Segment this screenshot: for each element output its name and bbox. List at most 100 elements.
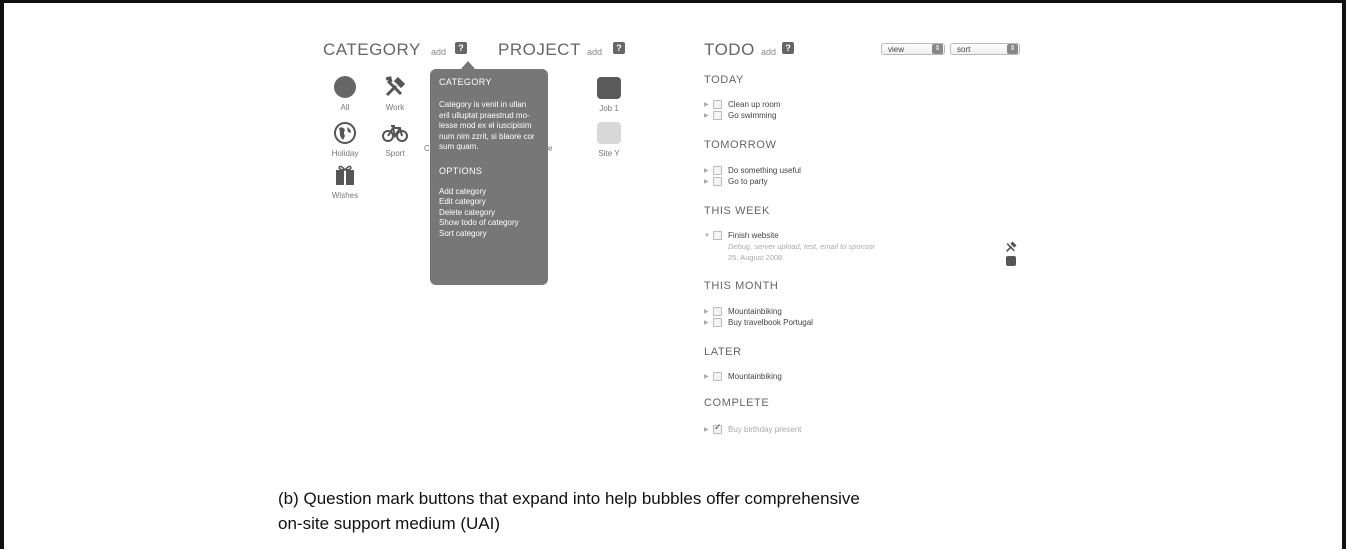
bubble-option-edit[interactable]: Edit category — [439, 197, 539, 208]
gift-icon — [332, 162, 358, 188]
checkbox[interactable] — [713, 318, 722, 327]
section-this-week-list: ▼ Finish website Debug, server upload, te… — [704, 230, 875, 263]
item-label: Mountainbiking — [728, 372, 782, 381]
sort-select-value: sort — [957, 44, 971, 54]
section-this-month-list: ▶ Mountainbiking ▶ Buy travelbook Portugal — [704, 306, 813, 328]
project-add-link[interactable]: add — [587, 47, 602, 57]
checkbox[interactable] — [713, 166, 722, 175]
bubble-title: CATEGORY — [439, 77, 492, 87]
item-label: Mountainbiking — [728, 307, 782, 316]
category-title: CATEGORY — [323, 40, 421, 59]
list-item[interactable]: ▶ Buy birthday present — [704, 422, 801, 435]
checkbox[interactable] — [713, 372, 722, 381]
item-detail: Debug, server upload, test, email to spo… — [728, 242, 876, 251]
bubble-body: Category is venit in ullan eril ulluptat… — [439, 100, 535, 151]
list-item[interactable]: ▶ Go swimming — [704, 110, 780, 121]
category-label: All — [340, 103, 350, 112]
section-complete-list: ▶ Buy birthday present — [704, 422, 801, 435]
category-all[interactable]: All — [320, 74, 370, 112]
list-item[interactable]: ▶ Clean up room — [704, 99, 780, 110]
section-today-title: TODAY — [704, 74, 744, 86]
item-label: Clean up room — [728, 100, 781, 109]
item-date: 25. August 2008 — [728, 253, 783, 262]
bubble-option-sort[interactable]: Sort category — [439, 229, 539, 240]
help-bubble: CATEGORY Category is venit in ullan eril… — [430, 61, 548, 285]
expand-arrow-icon[interactable]: ▶ — [704, 101, 713, 108]
figure-caption: (b) Question mark buttons that expand in… — [278, 486, 860, 536]
checkbox[interactable] — [713, 231, 722, 240]
bubble-options-title: OPTIONS — [439, 165, 483, 176]
checkbox-checked[interactable] — [713, 422, 722, 434]
project-swatch — [596, 75, 622, 101]
section-today-list: ▶ Clean up room ▶ Go swimming — [704, 99, 780, 121]
todo-add-link[interactable]: add — [761, 47, 776, 57]
todo-help-button[interactable]: ? — [782, 42, 794, 54]
item-label: Buy travelbook Portugal — [728, 318, 813, 327]
project-swatch — [1006, 256, 1016, 266]
project-job-1[interactable]: Job 1 — [584, 75, 634, 113]
expand-arrow-icon[interactable]: ▶ — [704, 373, 713, 380]
checkbox[interactable] — [713, 100, 722, 109]
globe-icon — [332, 120, 358, 146]
list-item[interactable]: ▶ Mountainbiking — [704, 371, 782, 382]
project-label: Job 1 — [599, 104, 619, 113]
hidden-category-label: C — [424, 144, 430, 153]
caption-line-1: (b) Question mark buttons that expand in… — [278, 489, 860, 508]
circle-icon — [332, 74, 358, 100]
list-item[interactable]: ▶ Go to party — [704, 176, 801, 187]
caption-line-2: on-site support medium (UAI) — [278, 514, 501, 533]
section-later-list: ▶ Mountainbiking — [704, 371, 782, 382]
expand-arrow-icon[interactable]: ▶ — [704, 112, 713, 119]
list-item[interactable]: ▼ Finish website — [704, 230, 875, 241]
sort-select[interactable]: sort ⇕ — [950, 43, 1020, 55]
section-tomorrow-list: ▶ Do something useful ▶ Go to party — [704, 165, 801, 187]
tools-icon — [382, 74, 408, 100]
select-arrows-icon: ⇕ — [1007, 44, 1018, 54]
expand-arrow-icon[interactable]: ▶ — [704, 426, 713, 433]
category-help-button[interactable]: ? — [455, 42, 467, 54]
category-work[interactable]: Work — [370, 74, 420, 112]
category-holiday[interactable]: Holiday — [320, 120, 370, 158]
category-wishes[interactable]: Wishes — [320, 162, 370, 200]
view-select[interactable]: view ⇕ — [881, 43, 945, 55]
section-tomorrow-title: TOMORROW — [704, 139, 777, 151]
project-swatch — [596, 120, 622, 146]
section-this-week-title: THIS WEEK — [704, 205, 770, 217]
section-later-title: LATER — [704, 346, 742, 358]
expand-arrow-icon[interactable]: ▶ — [704, 178, 713, 185]
checkbox[interactable] — [713, 177, 722, 186]
expanded-arrow-icon[interactable]: ▼ — [704, 233, 713, 239]
project-site-y[interactable]: Site Y — [584, 120, 634, 158]
category-sport[interactable]: Sport — [370, 120, 420, 158]
project-title: PROJECT — [498, 40, 581, 59]
expand-arrow-icon[interactable]: ▶ — [704, 308, 713, 315]
category-label: Work — [385, 103, 405, 112]
figure-frame — [0, 0, 1346, 549]
category-label: Sport — [385, 149, 405, 158]
expand-arrow-icon[interactable]: ▶ — [704, 167, 713, 174]
project-help-button[interactable]: ? — [613, 42, 625, 54]
select-arrows-icon: ⇕ — [932, 44, 943, 54]
category-label: Holiday — [331, 149, 359, 158]
item-label: Finish website — [728, 231, 779, 240]
expand-arrow-icon[interactable]: ▶ — [704, 319, 713, 326]
view-select-value: view — [888, 44, 905, 54]
list-item[interactable]: ▶ Mountainbiking — [704, 306, 813, 317]
bubble-option-delete[interactable]: Delete category — [439, 208, 539, 219]
section-this-month-title: THIS MONTH — [704, 280, 779, 292]
project-label: Site Y — [598, 149, 620, 158]
item-label: Go to party — [728, 177, 768, 186]
list-item[interactable]: ▶ Buy travelbook Portugal — [704, 317, 813, 328]
category-add-link[interactable]: add — [431, 47, 446, 57]
checkbox[interactable] — [713, 111, 722, 120]
todo-title: TODO — [704, 40, 755, 59]
list-item[interactable]: ▶ Do something useful — [704, 165, 801, 176]
bubble-option-add[interactable]: Add category — [439, 187, 539, 198]
item-label: Do something useful — [728, 166, 801, 175]
section-complete-title: COMPLETE — [704, 397, 770, 409]
bubble-option-show-todo[interactable]: Show todo of category — [439, 218, 539, 229]
hidden-project-label: e — [548, 144, 553, 153]
checkbox[interactable] — [713, 307, 722, 316]
category-label: Wishes — [331, 191, 359, 200]
item-label: Go swimming — [728, 111, 777, 120]
